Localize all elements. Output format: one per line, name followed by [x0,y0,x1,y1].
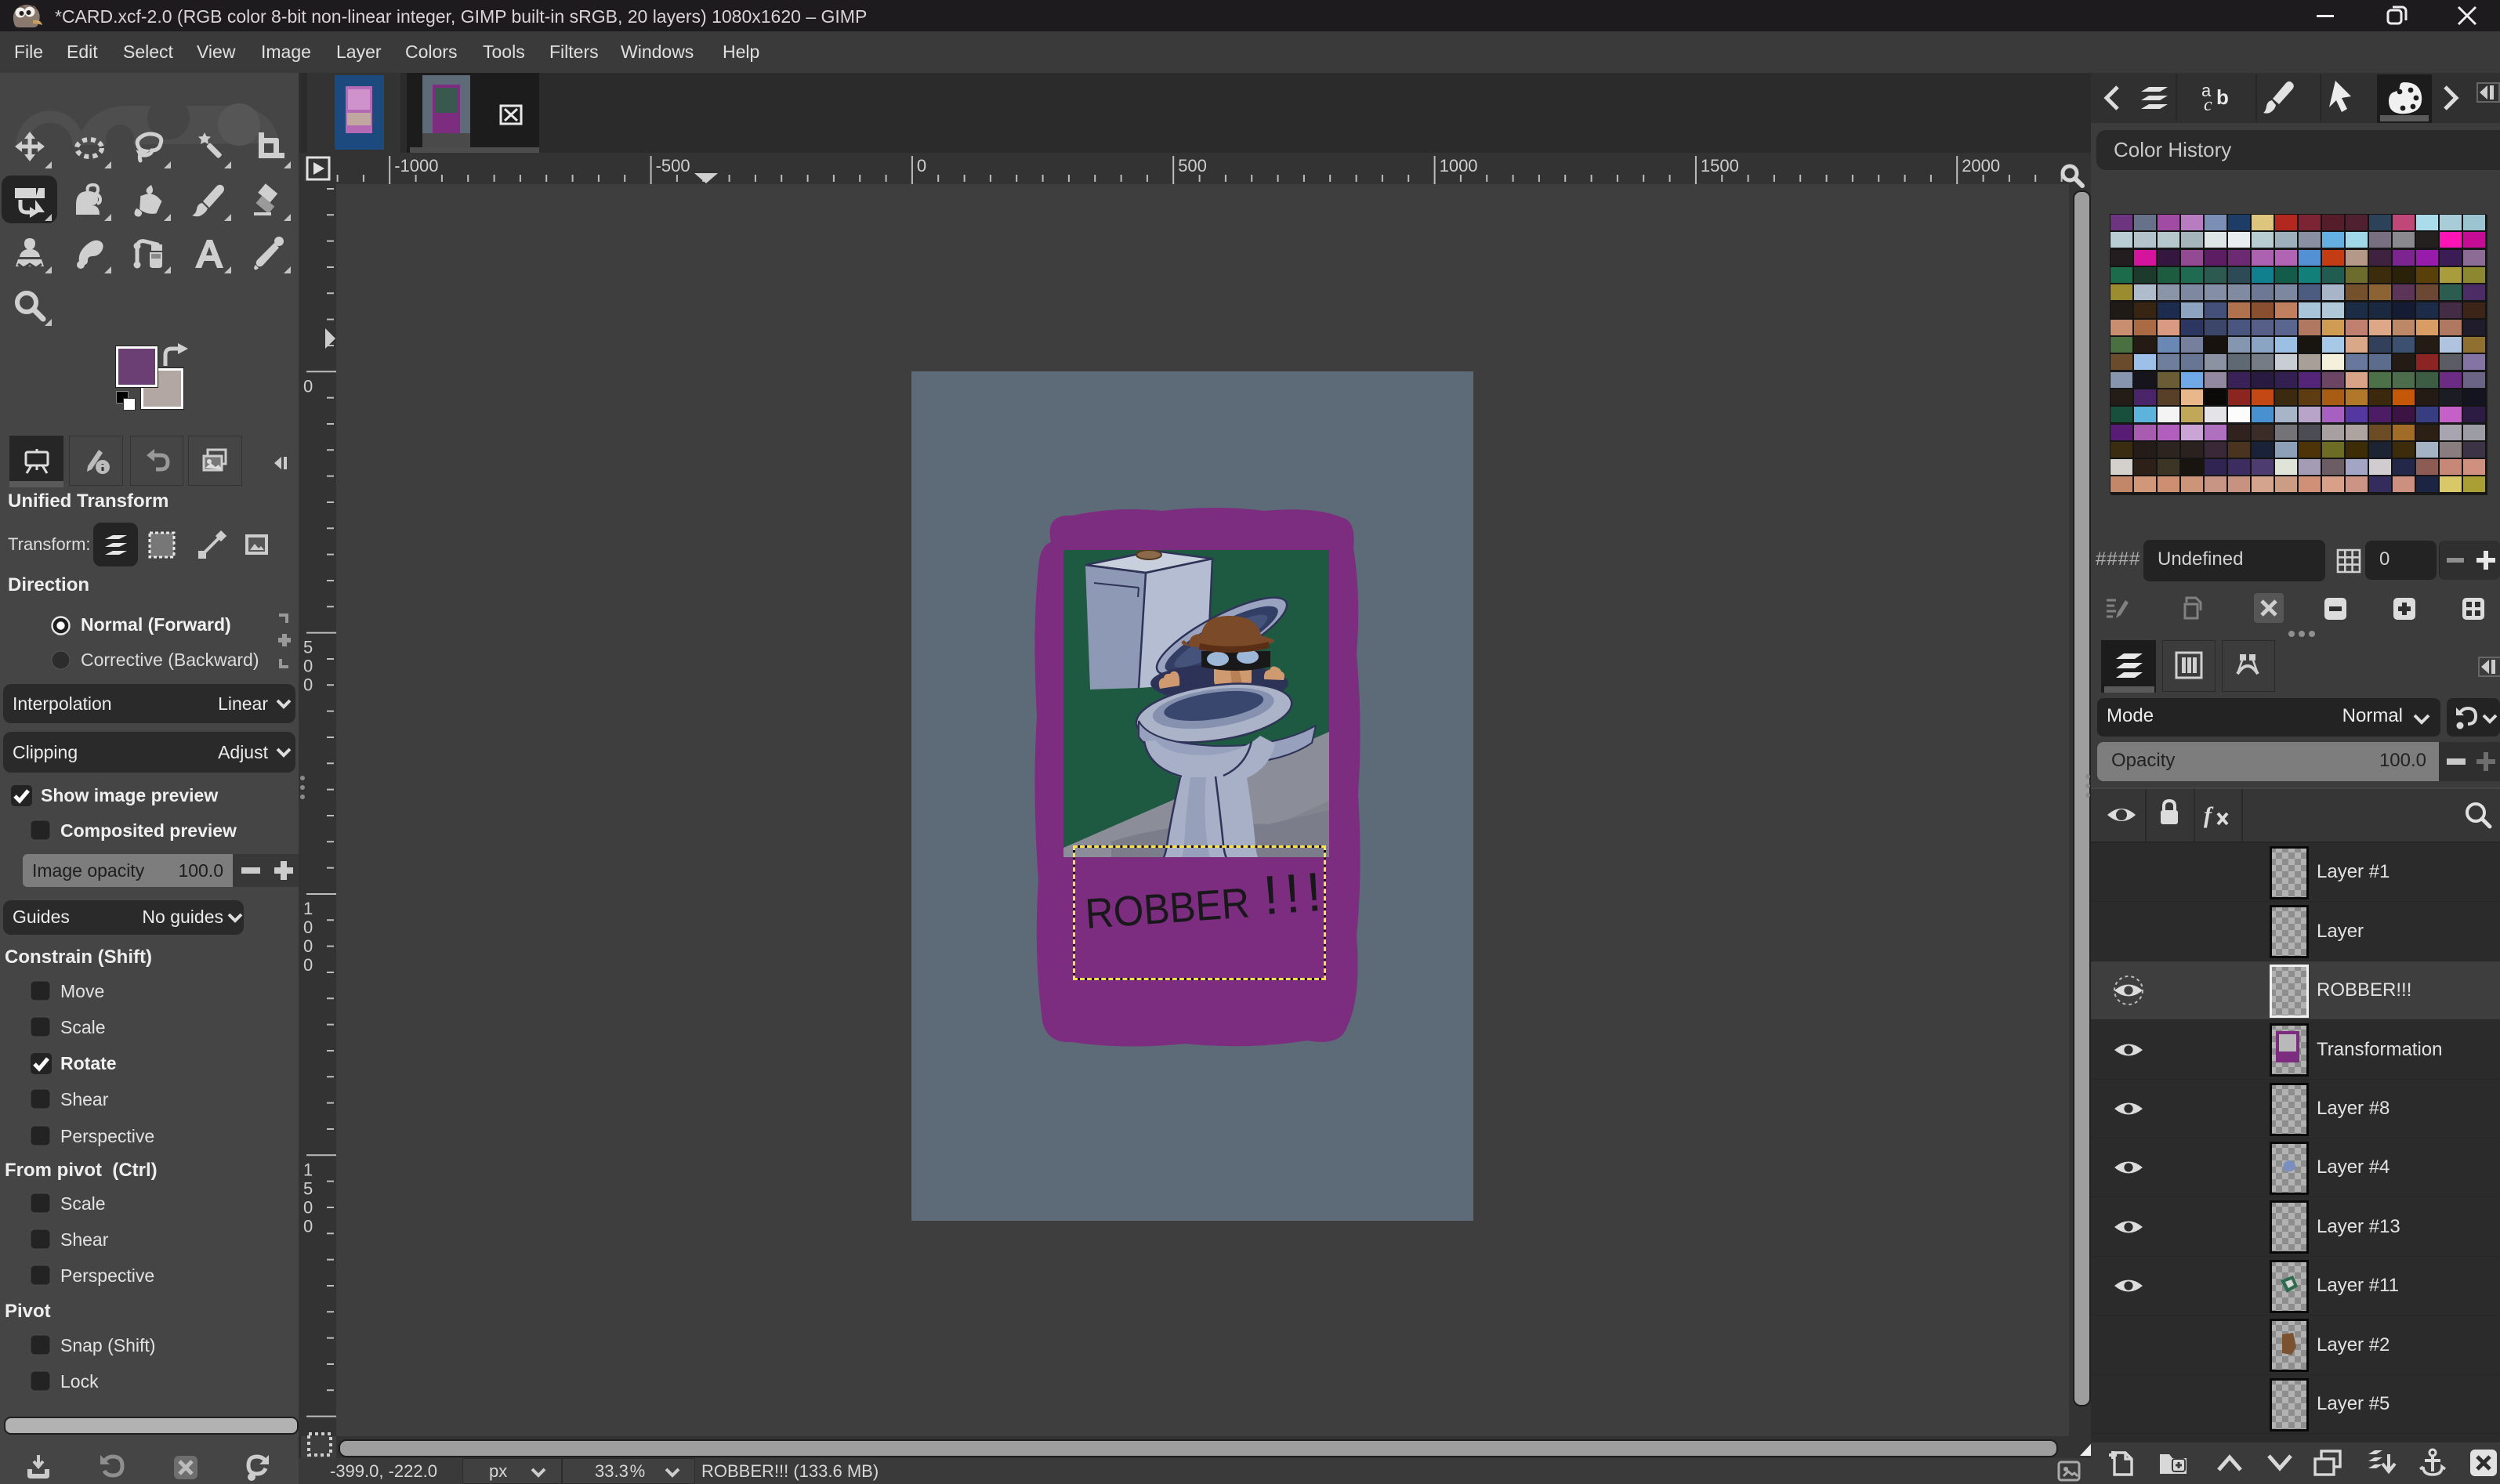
svg-text:f: f [2204,802,2214,828]
